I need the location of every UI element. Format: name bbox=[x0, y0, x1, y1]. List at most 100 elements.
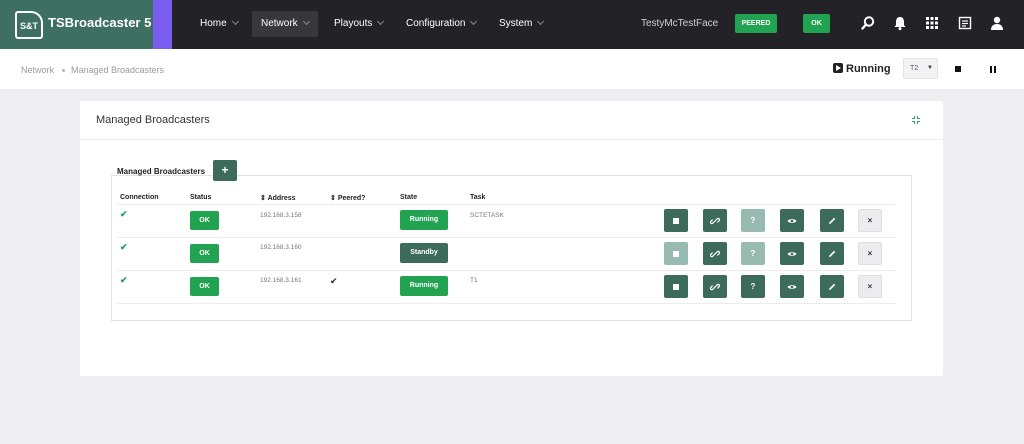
chevron-down-icon bbox=[537, 17, 545, 26]
brand-area[interactable]: S&T TSBroadcaster 5 bbox=[0, 0, 153, 49]
section-title: Managed Broadcasters bbox=[117, 167, 206, 176]
edit-button[interactable] bbox=[820, 242, 844, 265]
col-peered-label: Peered? bbox=[337, 195, 366, 202]
help-button[interactable]: ? bbox=[741, 209, 765, 232]
nav-network-label: Network bbox=[261, 18, 298, 29]
stop-icon[interactable] bbox=[955, 66, 961, 72]
stop-button[interactable] bbox=[664, 275, 688, 298]
nav-configuration[interactable]: Configuration bbox=[397, 11, 485, 37]
broadcaster-address: 192.168.3.160 bbox=[260, 244, 302, 251]
pencil-icon bbox=[829, 250, 836, 257]
state-standby-button[interactable]: Standby bbox=[400, 243, 448, 263]
pencil-icon bbox=[829, 217, 836, 224]
connected-check-icon: ✔ bbox=[120, 242, 128, 252]
breadcrumb-bar: Network Managed Broadcasters Running T2 bbox=[0, 49, 1024, 89]
eye-icon bbox=[787, 219, 797, 223]
connected-check-icon: ✔ bbox=[120, 209, 128, 219]
view-button[interactable] bbox=[780, 275, 804, 298]
pencil-icon bbox=[829, 283, 836, 290]
broadcaster-address: 192.168.3.158 bbox=[260, 212, 302, 219]
nav-playouts-label: Playouts bbox=[334, 18, 373, 29]
link-button[interactable] bbox=[703, 275, 727, 298]
row-divider bbox=[117, 237, 895, 238]
task-name: T1 bbox=[470, 277, 478, 284]
help-button[interactable]: ? bbox=[741, 242, 765, 265]
nav-network[interactable]: Network bbox=[252, 11, 318, 37]
task-select-value: T2 bbox=[910, 65, 919, 72]
running-status: Running bbox=[833, 62, 891, 75]
stop-icon bbox=[673, 284, 679, 290]
nav-system-label: System bbox=[499, 18, 533, 29]
grid-icon[interactable] bbox=[924, 15, 940, 31]
col-peered[interactable]: ⇕ Peered? bbox=[330, 194, 365, 202]
nav-system[interactable]: System bbox=[490, 11, 552, 37]
stop-button[interactable] bbox=[664, 209, 688, 232]
eye-icon bbox=[787, 252, 797, 256]
breadcrumb-network[interactable]: Network bbox=[21, 65, 54, 75]
task-name: SCTETASK bbox=[470, 212, 504, 219]
col-status: Status bbox=[190, 194, 212, 201]
connected-check-icon: ✔ bbox=[120, 275, 128, 285]
app-logo: S&T bbox=[15, 11, 43, 39]
delete-button[interactable]: × bbox=[858, 275, 882, 298]
edit-button[interactable] bbox=[820, 209, 844, 232]
top-navbar: S&T TSBroadcaster 5 Home Network Playout… bbox=[0, 0, 1024, 49]
ok-badge: OK bbox=[803, 14, 830, 33]
chevron-down-icon bbox=[231, 17, 239, 26]
pause-icon[interactable] bbox=[990, 66, 996, 73]
link-icon bbox=[710, 217, 720, 225]
bell-icon[interactable] bbox=[892, 15, 908, 31]
stop-icon bbox=[673, 251, 679, 257]
col-task: Task bbox=[470, 194, 486, 201]
app-title: TSBroadcaster 5 bbox=[48, 15, 152, 30]
nav-home[interactable]: Home bbox=[191, 11, 247, 37]
peered-badge: PEERED bbox=[735, 14, 777, 33]
stop-icon bbox=[673, 218, 679, 224]
nav-playouts[interactable]: Playouts bbox=[325, 11, 392, 37]
help-button[interactable]: ? bbox=[741, 275, 765, 298]
delete-button[interactable]: × bbox=[858, 209, 882, 232]
view-button[interactable] bbox=[780, 242, 804, 265]
collapse-icon[interactable] bbox=[911, 115, 921, 125]
col-address-label: Address bbox=[267, 195, 296, 202]
link-button[interactable] bbox=[703, 209, 727, 232]
col-connection: Connection bbox=[120, 194, 159, 201]
card-divider bbox=[80, 139, 943, 140]
status-ok-badge: OK bbox=[190, 277, 219, 296]
eye-icon bbox=[787, 285, 797, 289]
link-icon bbox=[710, 283, 720, 291]
state-running-button[interactable]: Running bbox=[400, 276, 448, 296]
broadcaster-address: 192.168.3.161 bbox=[260, 277, 302, 284]
status-ok-badge: OK bbox=[190, 244, 219, 263]
col-state: State bbox=[400, 194, 418, 201]
view-button[interactable] bbox=[780, 209, 804, 232]
chevron-down-icon bbox=[377, 17, 385, 26]
add-broadcaster-button[interactable]: + bbox=[213, 160, 237, 181]
stop-button-disabled[interactable] bbox=[664, 242, 688, 265]
document-icon[interactable] bbox=[957, 15, 973, 31]
breadcrumb-separator bbox=[62, 69, 65, 72]
header-divider bbox=[117, 204, 895, 205]
peered-check-icon: ✔ bbox=[330, 276, 338, 286]
nav-home-label: Home bbox=[200, 18, 227, 29]
chevron-down-icon bbox=[470, 17, 478, 26]
link-icon bbox=[710, 250, 720, 258]
link-button[interactable] bbox=[703, 242, 727, 265]
edit-button[interactable] bbox=[820, 275, 844, 298]
search-icon[interactable] bbox=[860, 15, 876, 31]
row-divider bbox=[117, 303, 895, 304]
running-label: Running bbox=[846, 63, 891, 75]
breadcrumb-current: Managed Broadcasters bbox=[71, 65, 165, 75]
state-running-button[interactable]: Running bbox=[400, 210, 448, 230]
user-icon[interactable] bbox=[989, 15, 1005, 31]
delete-button[interactable]: × bbox=[858, 242, 882, 265]
nav-configuration-label: Configuration bbox=[406, 18, 466, 29]
play-icon bbox=[833, 63, 843, 73]
chevron-down-icon bbox=[302, 17, 310, 26]
row-divider bbox=[117, 270, 895, 271]
card-title: Managed Broadcasters bbox=[96, 114, 210, 126]
col-address[interactable]: ⇕ Address bbox=[260, 194, 296, 202]
current-user: TestyMcTestFace bbox=[641, 18, 719, 29]
task-select[interactable]: T2 bbox=[903, 58, 938, 79]
brand-accent-bar bbox=[153, 0, 172, 49]
